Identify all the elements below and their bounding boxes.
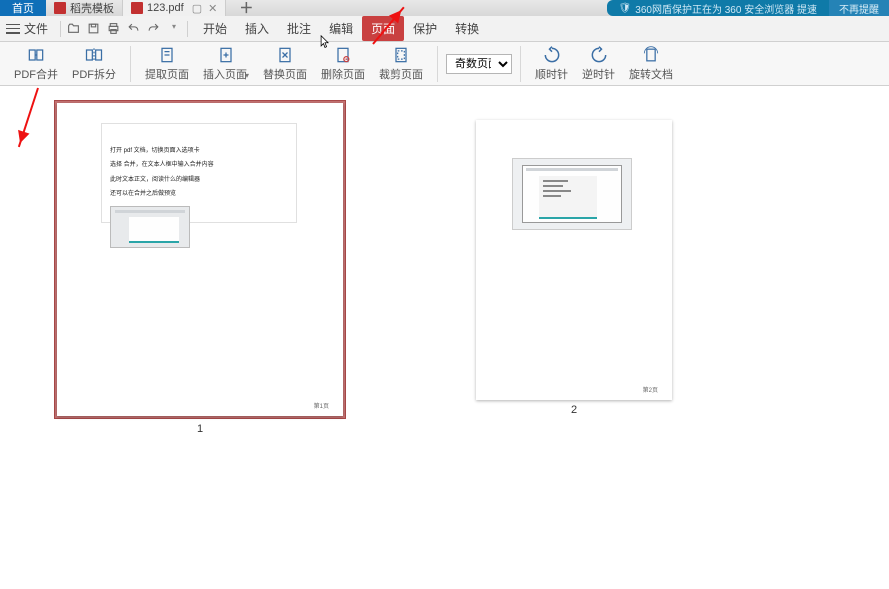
preview-line: 打开 pdf 文档，切换页面入选项卡 [110,144,288,158]
preview-line: 此时文本正文，阅读什么的编辑器 [110,173,288,187]
rotate-cw-button[interactable]: 顺时针 [529,44,574,84]
tab-label: 稻壳模板 [70,0,114,16]
button-label: 逆时针 [582,66,615,82]
separator [130,46,131,82]
tab-present-icon[interactable]: ▢ [192,2,202,15]
separator [437,46,438,82]
page-thumb-1-selected[interactable]: 打开 pdf 文档，切换页面入选项卡 选择 合并，在文本人框中输入合并内容 此时… [54,100,346,419]
print-icon[interactable] [107,22,121,35]
tab-controls: ▢ ✕ [192,2,218,15]
insert-page-button[interactable]: 插入页面▾ [197,44,255,84]
redo-icon[interactable] [147,22,161,35]
page-filter-select[interactable]: 奇数页面 [446,54,512,74]
rotate-doc-button[interactable]: 旋转文档 [623,44,679,84]
crop-icon [391,46,411,64]
file-menu[interactable]: 文件 [24,20,48,37]
preview-screenshot [110,206,190,248]
save-icon[interactable] [87,22,101,35]
tab-pdf[interactable]: 123.pdf ▢ ✕ [123,0,226,16]
preview-line: 还可以在合并之后做预览 [110,187,288,201]
hamburger-icon[interactable] [6,24,20,34]
preview-screenshot [522,165,622,223]
quick-dropdown-icon[interactable]: ▾ [167,22,181,35]
replace-page-button[interactable]: 替换页面 [257,44,313,84]
button-label: PDF合并 [14,66,58,82]
separator [520,46,521,82]
page-thumb-canvas: 第2页 [476,120,672,400]
shield-icon: 🛡 [619,3,632,14]
page-footer-label: 第1页 [314,401,329,410]
cursor-icon [320,35,330,49]
button-label: PDF拆分 [72,66,116,82]
split-icon [84,46,104,64]
security-banner: 🛡 360网盾保护正在为 360 安全浏览器 提速 不再提醒 [607,0,889,16]
pdf-merge-button[interactable]: PDF合并 [8,44,64,84]
button-label: 删除页面 [321,66,365,82]
button-label: 插入页面▾ [203,66,249,82]
insert-icon [216,46,236,64]
tab-template[interactable]: 稻壳模板 [46,0,123,16]
tab-protect[interactable]: 保护 [404,16,446,41]
crop-page-button[interactable]: 裁剪页面 [373,44,429,84]
banner-text: 360网盾保护正在为 360 安全浏览器 提速 [635,1,817,16]
pdf-icon [131,2,143,14]
rotate-ccw-button[interactable]: 逆时针 [576,44,621,84]
quick-access: ▾ [67,22,181,35]
button-label: 替换页面 [263,66,307,82]
page-thumb-canvas: 打开 pdf 文档，切换页面入选项卡 选择 合并，在文本人框中输入合并内容 此时… [57,103,343,416]
rotate-cw-icon [542,46,562,64]
extract-page-button[interactable]: 提取页面 [139,44,195,84]
thumbnail-container: 打开 pdf 文档，切换页面入选项卡 选择 合并，在文本人框中输入合并内容 此时… [0,86,889,449]
rotate-doc-icon [641,46,661,64]
doc-icon [54,2,66,14]
pdf-split-button[interactable]: PDF拆分 [66,44,122,84]
merge-icon [26,46,46,64]
thumb-number: 1 [197,423,203,435]
page-thumb-2[interactable]: 第2页 2 [476,100,672,435]
thumb-number: 2 [571,404,577,416]
page-footer-label: 第2页 [643,385,658,394]
replace-icon [275,46,295,64]
button-label: 提取页面 [145,66,189,82]
menu-bar: 文件 ▾ 开始 插入 批注 编辑 页面 保护 转换 [0,16,889,42]
delete-page-button[interactable]: 删除页面 [315,44,371,84]
button-label: 裁剪页面 [379,66,423,82]
page-content-preview: 打开 pdf 文档，切换页面入选项卡 选择 合并，在文本人框中输入合并内容 此时… [101,123,297,223]
button-label: 顺时针 [535,66,568,82]
new-tab-button[interactable]: ＋ [234,0,258,16]
open-icon[interactable] [67,22,81,35]
preview-line: 选择 合并，在文本人框中输入合并内容 [110,158,288,172]
extract-icon [157,46,177,64]
separator [187,21,188,37]
rotate-ccw-icon [589,46,609,64]
tab-annotate[interactable]: 批注 [278,16,320,41]
tab-insert[interactable]: 插入 [236,16,278,41]
delete-icon [333,46,353,64]
ribbon-tabs: 开始 插入 批注 编辑 页面 保护 转换 [194,16,488,41]
ribbon-toolbar: PDF合并 PDF拆分 提取页面 插入页面▾ 替换页面 删除页面 裁剪页面 奇数… [0,42,889,86]
separator [60,21,61,37]
banner-dismiss[interactable]: 不再提醒 [829,0,889,16]
tab-label: 123.pdf [147,2,184,14]
tab-close-icon[interactable]: ✕ [208,2,217,15]
banner-message[interactable]: 🛡 360网盾保护正在为 360 安全浏览器 提速 [607,0,829,16]
tab-convert[interactable]: 转换 [446,16,488,41]
title-tab-bar: 首页 稻壳模板 123.pdf ▢ ✕ ＋ 🛡 360网盾保护正在为 360 安… [0,0,889,16]
page-thumbnail-workspace: 打开 pdf 文档，切换页面入选项卡 选择 合并，在文本人框中输入合并内容 此时… [0,86,889,589]
tab-home[interactable]: 首页 [0,0,46,16]
tab-start[interactable]: 开始 [194,16,236,41]
page-content-preview [512,158,632,230]
button-label: 旋转文档 [629,66,673,82]
undo-icon[interactable] [127,22,141,35]
